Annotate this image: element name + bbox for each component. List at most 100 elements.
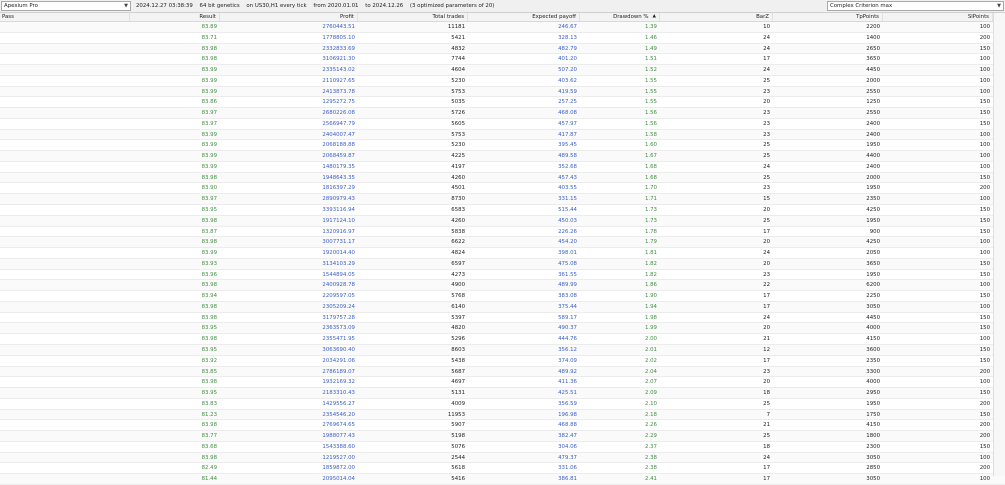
table-row[interactable]: 83.99 2335143.02 4604 507.20 1.52 24 4450 100 <box>0 65 1005 76</box>
table-row[interactable]: 83.99 2068188.88 5230 395.45 1.60 25 1950 100 <box>0 140 1005 152</box>
table-row[interactable]: 83.98 1219527.00 2544 479.37 2.38 24 3050 100 <box>0 452 1005 464</box>
table-row[interactable]: 83.98 2355471.95 5296 444.76 2.00 21 4150 100 <box>0 334 1005 345</box>
table-row[interactable]: 83.96 1544894.05 4273 361.55 1.82 23 1950 150 <box>0 270 1005 281</box>
table-row[interactable]: 83.98 2332833.69 4832 482.79 1.49 24 2650 150 <box>0 43 1005 55</box>
cell-expected-payoff: 419.59 <box>558 88 577 95</box>
cell-slpoints: 150 <box>979 174 990 181</box>
table-row[interactable]: 83.97 2890979.43 8730 331.15 1.71 15 2350 100 <box>0 194 1005 206</box>
cell-barz: 25 <box>763 433 770 440</box>
table-row[interactable]: 83.86 1295272.75 5035 257.25 1.55 20 1250 150 <box>0 97 1005 109</box>
table-row[interactable]: 83.71 1778805.10 5421 328.13 1.46 24 1400 200 <box>0 33 1005 44</box>
criterion-select[interactable]: Complex Criterion max ▼ <box>827 1 1004 11</box>
column-header-barz[interactable]: BarZ <box>660 13 773 21</box>
table-row[interactable]: 83.92 2034291.06 5438 374.09 2.02 17 2350 150 <box>0 356 1005 367</box>
column-header-drawdown[interactable]: Drawdown % ▲ <box>580 13 660 21</box>
table-row[interactable]: 83.98 1917124.10 4260 450.03 1.73 25 1950 150 <box>0 215 1005 227</box>
cell-total-trades: 5726 <box>451 110 465 117</box>
cell-total-trades: 5421 <box>451 34 465 41</box>
table-row[interactable]: 83.89 2760443.51 11181 246.67 1.39 10 2200 100 <box>0 22 1005 33</box>
cell-profit: 3063690.40 <box>322 346 355 353</box>
cell-pass <box>0 151 130 161</box>
table-row[interactable]: 83.99 2413873.78 5753 419.59 1.55 23 2550 100 <box>0 86 1005 98</box>
cell-profit: 1219527.00 <box>322 454 355 461</box>
cell-barz: 17 <box>763 228 770 235</box>
table-row[interactable]: 83.87 1320916.97 5838 226.26 1.78 17 900 150 <box>0 227 1005 238</box>
cell-total-trades: 8730 <box>451 196 465 203</box>
column-header-slpoints[interactable]: SlPoints <box>883 13 993 21</box>
cell-result: 83.99 <box>201 88 217 95</box>
table-row[interactable]: 83.99 1920014.40 4824 398.01 1.81 24 2050 100 <box>0 248 1005 259</box>
table-row[interactable]: 83.98 3007731.17 6622 454.20 1.79 20 4250 100 <box>0 237 1005 249</box>
table-row[interactable]: 83.98 2305209.24 6140 375.44 1.94 17 3050 100 <box>0 301 1005 313</box>
table-row[interactable]: 83.99 2404007.47 5753 417.87 1.58 23 2400 100 <box>0 129 1005 141</box>
table-row[interactable]: 83.97 2680226.08 5726 468.08 1.56 23 2550 150 <box>0 108 1005 119</box>
chevron-down-icon[interactable]: ▼ <box>122 2 130 10</box>
column-header-expected-payoff[interactable]: Expected payoff <box>468 13 580 21</box>
cell-total-trades: 5687 <box>451 368 465 375</box>
cell-barz: 22 <box>763 282 770 289</box>
table-row[interactable]: 83.98 3106921.30 7744 401.20 1.51 17 3650 100 <box>0 54 1005 66</box>
cell-profit: 2068188.88 <box>322 142 355 149</box>
cell-pass <box>0 367 130 377</box>
cell-total-trades: 4832 <box>451 45 465 52</box>
cell-pass <box>0 356 130 366</box>
table-row[interactable]: 83.98 3179757.28 5397 589.17 1.98 24 4450 150 <box>0 313 1005 324</box>
cell-total-trades: 2544 <box>451 454 465 461</box>
expert-select[interactable]: Apexium Pro ▼ <box>1 1 131 11</box>
cell-drawdown: 1.70 <box>644 185 657 192</box>
cell-drawdown: 2.37 <box>644 443 657 450</box>
cell-slpoints: 150 <box>979 228 990 235</box>
table-row[interactable]: 83.95 3063690.40 8603 356.12 2.01 12 3600 150 <box>0 344 1005 356</box>
table-row[interactable]: 83.98 2400928.78 4900 489.99 1.86 22 6200 100 <box>0 280 1005 292</box>
cell-barz: 25 <box>763 174 770 181</box>
table-row[interactable]: 83.95 2183310.43 5131 425.51 2.09 18 2950 150 <box>0 388 1005 399</box>
column-header-result[interactable]: Result <box>130 13 220 21</box>
table-row[interactable]: 83.99 1480179.35 4197 352.68 1.68 24 2400 100 <box>0 162 1005 173</box>
table-row[interactable]: 83.97 2566947.79 5605 457.97 1.56 23 2400 150 <box>0 119 1005 130</box>
cell-expected-payoff: 356.12 <box>558 346 577 353</box>
cell-result: 83.98 <box>201 314 217 321</box>
cell-barz: 25 <box>763 153 770 160</box>
table-row[interactable]: 83.98 1948643.35 4260 457.43 1.68 25 2000 150 <box>0 172 1005 184</box>
cell-total-trades: 4820 <box>451 325 465 332</box>
cell-drawdown: 1.82 <box>644 260 657 267</box>
cell-drawdown: 1.99 <box>644 325 657 332</box>
table-row[interactable]: 83.98 2769674.65 5907 468.88 2.26 21 4150 200 <box>0 420 1005 432</box>
cell-slpoints: 100 <box>979 142 990 149</box>
cell-total-trades: 5397 <box>451 314 465 321</box>
cell-expected-payoff: 482.79 <box>558 45 577 52</box>
table-row[interactable]: 83.77 1988077.43 5198 382.47 2.29 25 1800 200 <box>0 431 1005 442</box>
cell-expected-payoff: 403.55 <box>558 185 577 192</box>
table-row[interactable]: 83.94 2209597.05 5768 383.08 1.90 17 2250 150 <box>0 291 1005 302</box>
table-row[interactable]: 83.99 2110927.65 5230 403.62 1.55 25 2000 100 <box>0 76 1005 87</box>
cell-tppoints: 2400 <box>866 131 880 138</box>
cell-result: 83.98 <box>201 282 217 289</box>
cell-drawdown: 1.82 <box>644 271 657 278</box>
vertical-scrollbar[interactable] <box>993 13 1005 476</box>
cell-expected-payoff: 515.44 <box>558 207 577 214</box>
column-header-pass[interactable]: Pass <box>0 13 130 21</box>
cell-barz: 17 <box>763 357 770 364</box>
cell-total-trades: 4900 <box>451 282 465 289</box>
cell-result: 83.99 <box>201 142 217 149</box>
table-row[interactable]: 83.83 1429556.27 4009 356.59 2.10 25 1950 200 <box>0 399 1005 410</box>
table-row[interactable]: 83.99 2068459.87 4225 489.58 1.67 25 4400 100 <box>0 151 1005 162</box>
cell-barz: 23 <box>763 110 770 117</box>
cell-profit: 2769674.65 <box>322 422 355 429</box>
table-row[interactable]: 82.49 1859872.00 5618 331.06 2.38 17 2850 200 <box>0 463 1005 475</box>
table-row[interactable]: 83.85 2786189.07 5687 489.92 2.04 23 3300 200 <box>0 366 1005 378</box>
cell-drawdown: 2.38 <box>644 465 657 472</box>
table-row[interactable]: 83.95 3393116.94 6583 515.44 1.73 20 4250 150 <box>0 205 1005 216</box>
table-row[interactable]: 83.95 2363573.09 4820 490.37 1.99 20 4000 150 <box>0 323 1005 335</box>
column-header-profit[interactable]: Profit <box>220 13 358 21</box>
column-header-tppoints[interactable]: TpPoints <box>773 13 883 21</box>
chevron-down-icon[interactable]: ▼ <box>995 2 1003 10</box>
cell-tppoints: 2000 <box>866 174 880 181</box>
table-row[interactable]: 83.98 1932169.32 4697 411.36 2.07 20 4000 100 <box>0 377 1005 389</box>
table-row[interactable]: 83.93 3134103.29 6597 475.08 1.82 20 3650 150 <box>0 258 1005 270</box>
table-row[interactable]: 83.90 1816397.29 4501 403.55 1.70 23 1950 200 <box>0 183 1005 195</box>
table-row[interactable]: 83.68 1543388.60 5076 304.06 2.37 18 2300 150 <box>0 442 1005 453</box>
table-row[interactable]: 81.23 2354546.20 11953 196.98 2.18 7 1750 150 <box>0 409 1005 421</box>
cell-drawdown: 1.86 <box>644 282 657 289</box>
column-header-total-trades[interactable]: Total trades <box>358 13 468 21</box>
